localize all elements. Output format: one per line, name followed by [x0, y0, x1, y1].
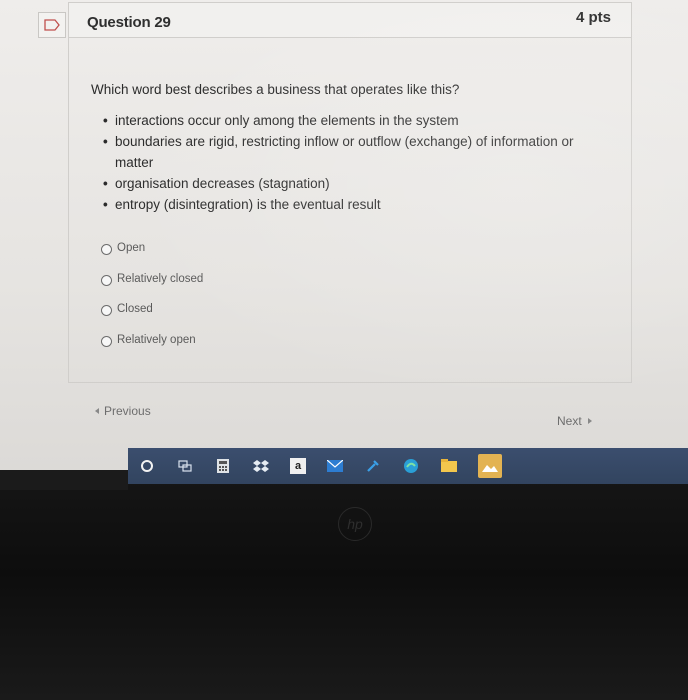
answer-label: Relatively closed [117, 272, 204, 285]
answer-label: Open [117, 242, 146, 254]
flag-icon [44, 19, 60, 31]
chevron-left-icon [95, 408, 99, 414]
task-view-icon[interactable] [176, 457, 194, 475]
monitor-bezel [0, 470, 688, 700]
list-item: organisation decreases (stagnation) [103, 173, 585, 194]
answer-label: Closed [117, 303, 153, 315]
condition-list: interactions occur only among the elemen… [103, 110, 585, 215]
list-item: boundaries are rigid, restricting inflow… [103, 131, 585, 173]
edge-icon[interactable] [402, 457, 420, 475]
list-item: interactions occur only among the elemen… [103, 110, 585, 131]
previous-label: Previous [104, 404, 151, 418]
mail-icon[interactable] [326, 457, 344, 475]
chevron-right-icon [587, 418, 592, 424]
next-button[interactable]: Next [557, 414, 592, 428]
answer-options: Open Relatively closed Closed Relatively… [101, 242, 203, 364]
answer-closed[interactable]: Closed [101, 303, 203, 334]
list-item: entropy (disintegration) is the eventual… [103, 194, 585, 215]
bezel-edge [0, 470, 128, 490]
search-icon[interactable] [138, 457, 156, 475]
flag-question-button[interactable] [38, 12, 66, 38]
answer-relatively-closed[interactable]: Relatively closed [101, 273, 203, 304]
photos-icon[interactable] [478, 454, 502, 478]
next-label: Next [557, 414, 582, 428]
question-header: Question 29 4 pts [68, 2, 632, 38]
answer-relatively-open[interactable]: Relatively open [101, 334, 203, 365]
answer-open[interactable]: Open [101, 242, 203, 273]
answer-label: Relatively open [117, 333, 196, 346]
radio-button[interactable] [101, 335, 112, 347]
tool-icon[interactable] [364, 457, 382, 475]
previous-button[interactable]: Previous [95, 404, 151, 418]
question-points: 4 pts [575, 9, 611, 26]
radio-button[interactable] [101, 244, 112, 255]
hp-logo: hp [338, 507, 372, 541]
radio-button[interactable] [101, 305, 112, 316]
calculator-icon[interactable] [214, 457, 232, 475]
question-body: Which word best describes a business tha… [68, 38, 632, 383]
question-prompt: Which word best describes a business tha… [91, 82, 460, 97]
radio-button[interactable] [101, 274, 112, 286]
question-title: Question 29 [87, 14, 171, 31]
amazon-icon[interactable]: a [290, 458, 306, 474]
screen: Question 29 4 pts Which word best descri… [0, 0, 688, 470]
file-explorer-icon[interactable] [440, 457, 458, 475]
dropbox-icon[interactable] [252, 457, 270, 475]
taskbar: a [128, 448, 688, 484]
